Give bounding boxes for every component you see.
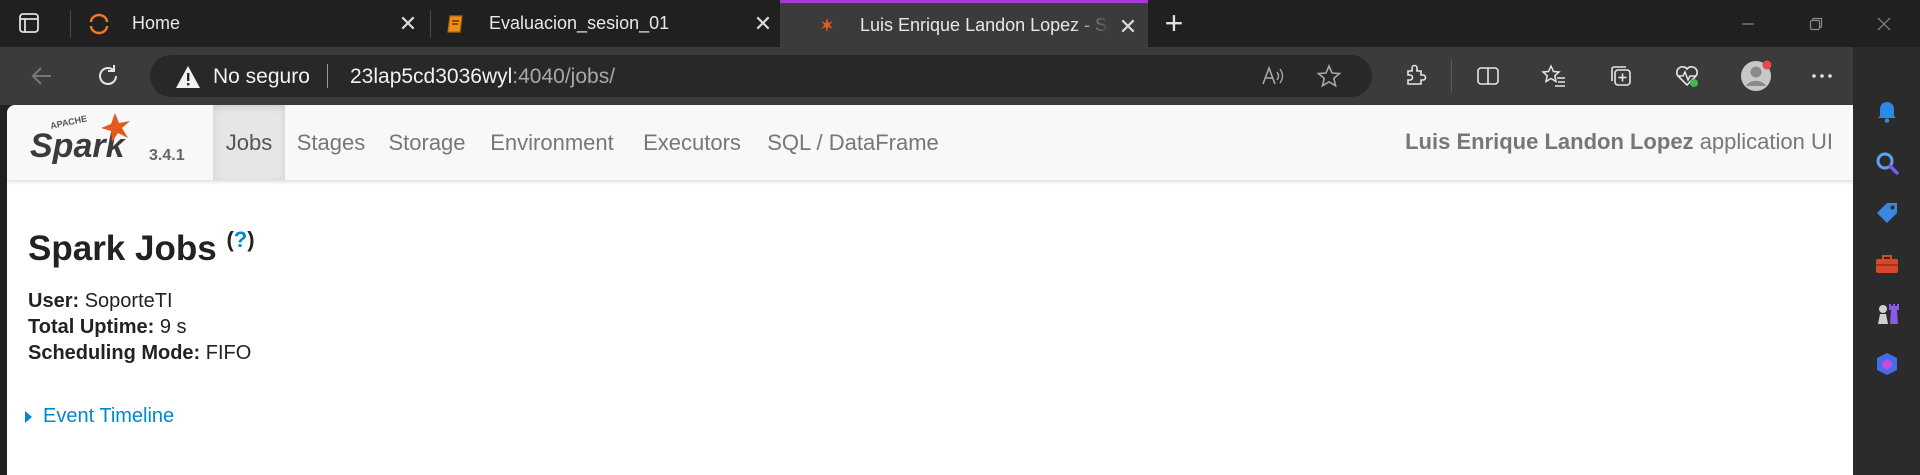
tab-actions-icon[interactable] [18, 12, 52, 36]
address-divider [327, 64, 328, 88]
nav-stages[interactable]: Stages [285, 105, 377, 180]
browser-toolbar: No seguro 23lap5cd3036wyl:4040/jobs/ [0, 47, 1920, 105]
tab-home[interactable]: Home ✕ [88, 0, 428, 47]
tab-evaluacion[interactable]: Evaluacion_sesion_01 ✕ [445, 0, 783, 47]
uptime-label: Total Uptime: [28, 316, 155, 338]
tab-title: Evaluacion_sesion_01 [489, 13, 670, 33]
favorites-icon[interactable] [1538, 60, 1570, 92]
notebook-icon [445, 13, 467, 35]
warning-icon[interactable] [175, 65, 201, 94]
summary-user: User: SoporteTI [28, 290, 173, 313]
close-icon[interactable]: ✕ [751, 11, 775, 36]
spark-navbar: APACHE Spark 3.4.1 Jobs Stages Storage E… [7, 105, 1853, 181]
nav-executors[interactable]: Executors [627, 105, 757, 180]
close-window-icon[interactable] [1861, 10, 1907, 38]
tools-briefcase-icon[interactable] [1873, 250, 1901, 278]
nav-storage[interactable]: Storage [377, 105, 477, 180]
user-value: SoporteTI [84, 290, 173, 312]
mode-label: Scheduling Mode: [28, 342, 201, 364]
app-suffix: application UI [1699, 129, 1833, 154]
spark-logo[interactable]: APACHE Spark [27, 107, 202, 179]
restore-icon[interactable] [1793, 10, 1839, 38]
close-icon[interactable]: ✕ [396, 11, 420, 36]
page-title: Spark Jobs (?) [28, 227, 255, 269]
tab-separator [430, 10, 431, 38]
page-viewport: APACHE Spark 3.4.1 Jobs Stages Storage E… [7, 105, 1853, 475]
shopping-tag-icon[interactable] [1873, 199, 1901, 227]
event-timeline-toggle[interactable]: Event Timeline [25, 405, 174, 428]
edge-sidebar [1853, 47, 1920, 475]
browser-essentials-icon[interactable] [1671, 60, 1703, 92]
back-icon[interactable] [26, 60, 58, 92]
more-options-icon[interactable] [1806, 60, 1838, 92]
profile-avatar[interactable] [1738, 58, 1774, 94]
close-icon[interactable]: ✕ [1116, 14, 1140, 39]
url-path: :4040/jobs/ [512, 65, 616, 88]
help-link-text[interactable]: ? [234, 227, 247, 252]
split-screen-icon[interactable] [1472, 60, 1504, 92]
tab-spark-jobs[interactable]: Luis Enrique Landon Lopez - Spark Jobs ✕ [780, 0, 1148, 47]
app-name-label: Luis Enrique Landon Lopez application UI [1405, 129, 1833, 155]
tab-strip: Home ✕ Evaluacion_sesion_01 ✕ Luis Enriq… [0, 0, 1920, 47]
event-timeline-label[interactable]: Event Timeline [43, 405, 174, 428]
tab-separator [70, 10, 71, 38]
toolbar-separator [1451, 59, 1452, 93]
spark-version: 3.4.1 [149, 147, 185, 164]
security-status[interactable]: No seguro [213, 65, 310, 89]
search-icon[interactable] [1873, 149, 1901, 177]
notifications-icon[interactable] [1873, 97, 1901, 125]
summary-uptime: Total Uptime: 9 s [28, 316, 187, 339]
nav-jobs[interactable]: Jobs [213, 105, 285, 180]
refresh-icon[interactable] [92, 60, 124, 92]
mode-value: FIFO [205, 342, 252, 364]
read-aloud-icon[interactable] [1260, 64, 1286, 93]
microsoft-365-icon[interactable] [1873, 350, 1901, 378]
help-link[interactable]: (?) [226, 227, 254, 252]
games-icon[interactable] [1873, 300, 1901, 328]
new-tab-icon[interactable]: + [1158, 7, 1190, 40]
tab-title: Home [132, 13, 181, 33]
nav-environment[interactable]: Environment [477, 105, 627, 180]
url-host: 23lap5cd3036wyl [350, 65, 513, 88]
uptime-value: 9 s [159, 316, 187, 338]
page-title-text: Spark Jobs [28, 229, 217, 268]
jupyter-icon [88, 13, 110, 35]
nav-sql-dataframe[interactable]: SQL / DataFrame [757, 105, 949, 180]
spark-icon [816, 14, 838, 36]
collections-icon[interactable] [1605, 60, 1637, 92]
user-label: User: [28, 290, 80, 312]
tab-title: Luis Enrique Landon Lopez - Spark Jobs [860, 14, 1110, 35]
url-text[interactable]: 23lap5cd3036wyl:4040/jobs/ [350, 65, 615, 89]
address-bar[interactable]: No seguro 23lap5cd3036wyl:4040/jobs/ [150, 55, 1372, 97]
app-name: Luis Enrique Landon Lopez [1405, 129, 1694, 154]
extensions-icon[interactable] [1399, 60, 1431, 92]
caret-right-icon [25, 410, 32, 423]
minimize-icon[interactable] [1725, 10, 1771, 38]
star-icon[interactable] [1316, 63, 1342, 93]
summary-scheduling: Scheduling Mode: FIFO [28, 342, 251, 365]
